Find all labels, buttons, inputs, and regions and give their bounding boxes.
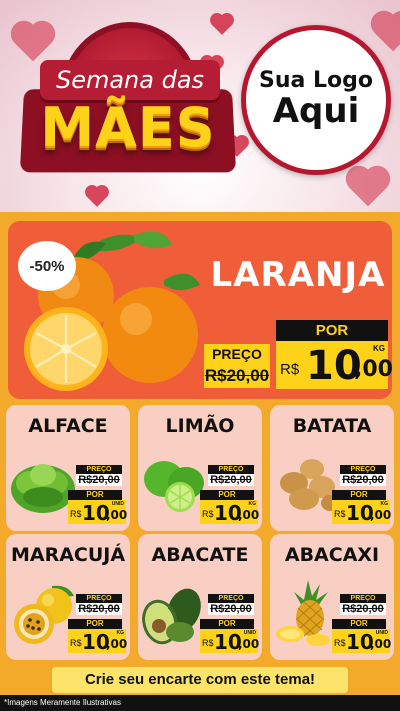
por-label: POR — [200, 619, 254, 629]
old-price: R$20,00 — [76, 474, 122, 486]
event-badge: Semana das MÃES — [19, 22, 237, 194]
logo-placeholder: Sua Logo Aqui — [241, 25, 391, 175]
price-unit: KG — [116, 630, 125, 636]
price-decimal: ,00 — [106, 508, 128, 522]
currency-symbol: R$ — [334, 509, 346, 519]
product-name: MARACUJÁ — [10, 544, 126, 566]
currency-symbol: R$ — [202, 509, 214, 519]
old-price: R$20,00 — [208, 603, 254, 615]
por-label: POR — [276, 320, 388, 342]
price-unit: KG — [248, 501, 257, 507]
header-banner: Semana das MÃES Sua Logo Aqui — [0, 0, 400, 212]
new-price: R$ 10 ,00 UNID — [332, 629, 392, 654]
old-price-value: R$20,00 — [78, 474, 120, 486]
old-price-value: R$20,00 — [210, 603, 252, 615]
product-name: BATATA — [292, 415, 372, 437]
new-price: R$ 10 ,00 UNID — [68, 500, 128, 525]
preco-label: PREÇO — [76, 594, 122, 603]
price-unit: KG — [380, 501, 389, 507]
currency-symbol: R$ — [70, 638, 82, 648]
price-unit: UNID — [111, 501, 124, 507]
call-to-action: Crie seu encarte com este tema! — [52, 667, 348, 693]
product-card-alface: ALFACE PREÇO R$20,00 POR R$ 10 ,00 UNID — [6, 405, 130, 531]
logo-line1: Sua Logo — [258, 68, 373, 94]
preco-label: PREÇO — [340, 465, 386, 474]
price-unit: UNID — [375, 630, 388, 636]
heart-icon — [374, 14, 400, 52]
price-decimal: ,00 — [370, 508, 392, 522]
product-card-abacaxi: ABACAXI PREÇO R$20,00 POR R$ 10 ,00 UNID — [270, 534, 394, 660]
price-decimal: ,00 — [370, 637, 392, 651]
preco-label: PREÇO — [76, 465, 122, 474]
product-card-batata: BATATA PREÇO R$20,00 POR R$ 10 ,00 KG — [270, 405, 394, 531]
price-unit: UNID — [243, 630, 256, 636]
new-price: R$ 10 ,00 KG — [68, 629, 128, 654]
featured-product-name: LARANJA — [210, 255, 386, 295]
preco-label: PREÇO — [208, 594, 254, 603]
currency-symbol: R$ — [70, 509, 82, 519]
product-card-maracuja: MARACUJÁ PREÇO R$20,00 POR R$ 10 ,00 KG — [6, 534, 130, 660]
por-label: POR — [68, 490, 122, 500]
product-name: ABACATE — [151, 544, 249, 566]
logo-line2: Aqui — [272, 91, 360, 132]
price-decimal: ,00 — [106, 637, 128, 651]
old-price: R$20,00 — [76, 603, 122, 615]
old-price-value: R$20,00 — [342, 474, 384, 486]
new-price: R$ 10 ,00 UNID — [200, 629, 260, 654]
currency-symbol: R$ — [202, 638, 214, 648]
product-card-limao: LIMÃO PREÇO R$20,00 POR R$ 10 ,00 KG — [138, 405, 262, 531]
heart-icon — [349, 169, 387, 207]
por-label: POR — [200, 490, 254, 500]
old-price: R$20,00 — [340, 603, 386, 615]
old-price: R$20,00 — [208, 474, 254, 486]
new-price: R$ 10 ,00 KG — [276, 341, 392, 389]
por-label: POR — [332, 619, 386, 629]
old-price: R$20,00 — [340, 474, 386, 486]
old-price-value: R$20,00 — [78, 603, 120, 615]
preco-label: PREÇO — [208, 465, 254, 474]
product-name: ALFACE — [28, 415, 108, 437]
old-price-value: R$20,00 — [210, 474, 252, 486]
disclaimer: *Imagens Meramente Ilustrativas — [0, 695, 400, 711]
old-price: R$20,00 — [204, 364, 270, 388]
offers-panel: -50% LARANJA PREÇO R$20,00 POR R$ 10 ,00… — [0, 212, 400, 711]
price-decimal: ,00 — [238, 508, 260, 522]
product-card-abacate: ABACATE PREÇO R$20,00 POR R$ 10 ,00 UNID — [138, 534, 262, 660]
event-title-line2: MÃES — [40, 96, 216, 159]
preco-label: PREÇO — [340, 594, 386, 603]
por-label: POR — [68, 619, 122, 629]
featured-product-card: -50% LARANJA PREÇO R$20,00 POR R$ 10 ,00… — [8, 221, 392, 399]
product-name: LIMÃO — [165, 415, 235, 437]
price-decimal: ,00 — [238, 637, 260, 651]
new-price: R$ 10 ,00 KG — [200, 500, 260, 525]
price-decimal: ,00 — [354, 357, 392, 382]
discount-badge: -50% — [18, 241, 76, 291]
currency-symbol: R$ — [334, 638, 346, 648]
preco-label: PREÇO — [204, 344, 270, 364]
new-price: R$ 10 ,00 KG — [332, 500, 392, 525]
currency-symbol: R$ — [280, 361, 300, 378]
old-price-value: R$20,00 — [342, 603, 384, 615]
old-price-value: R$20,00 — [204, 366, 270, 385]
event-title-line1: Semana das — [40, 60, 220, 100]
por-label: POR — [332, 490, 386, 500]
product-name: ABACAXI — [284, 544, 380, 566]
price-unit: KG — [373, 344, 385, 353]
